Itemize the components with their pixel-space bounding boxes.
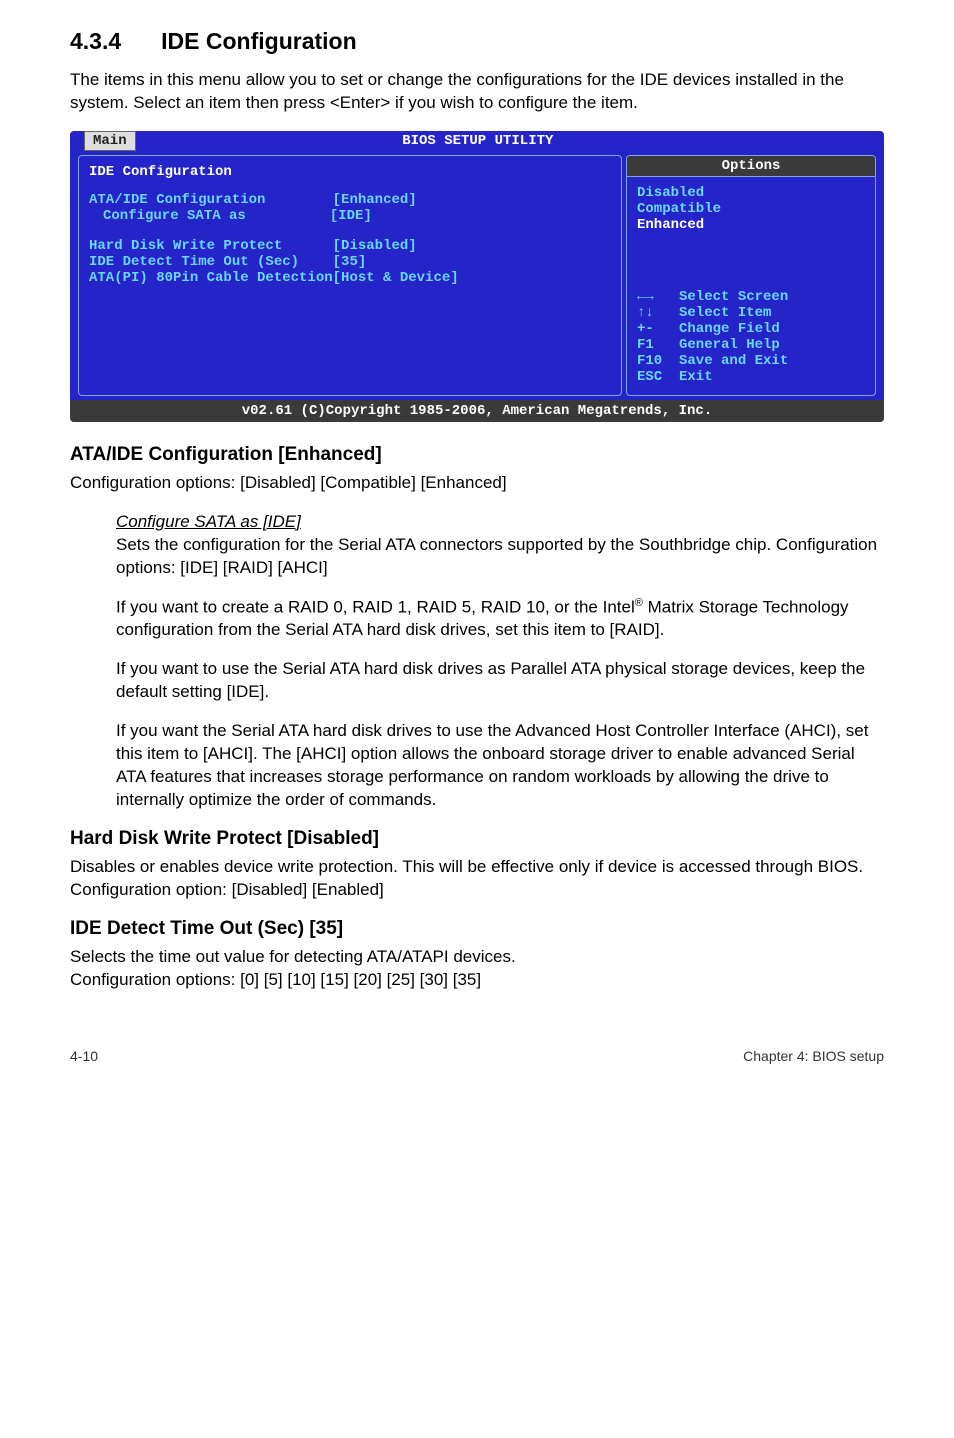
para-ide-detect-2: Configuration options: [0] [5] [10] [15]… [70,969,884,992]
page-number: 4-10 [70,1048,98,1064]
bios-row-hd-write-protect: Hard Disk Write Protect [Disabled] [89,238,611,254]
registered-mark: ® [635,597,643,609]
bios-screenshot: Main BIOS SETUP UTILITY IDE Configuratio… [70,131,884,422]
section-heading: 4.3.4 IDE Configuration [70,28,884,55]
indent-ahci: If you want the Serial ATA hard disk dri… [116,720,884,812]
chapter-title: Chapter 4: BIOS setup [743,1048,884,1064]
bios-nav-save-exit: F10 Save and Exit [637,353,865,369]
bios-row-configure-sata: Configure SATA as [IDE] [89,208,611,224]
bios-nav-help: ←→ Select Screen ↑↓ Select Item +- Chang… [627,281,875,395]
para-ide-detect-1: Selects the time out value for detecting… [70,946,884,969]
subheading-ata-ide: ATA/IDE Configuration [Enhanced] [70,444,884,466]
indent-raid: If you want to create a RAID 0, RAID 1, … [116,596,884,643]
bios-left-panel: IDE Configuration ATA/IDE Configuration … [78,155,622,396]
bios-config-title: IDE Configuration [89,164,611,180]
bios-nav-change-field: +- Change Field [637,321,865,337]
bios-nav-select-screen: ←→ Select Screen [637,289,865,305]
intro-paragraph: The items in this menu allow you to set … [70,69,884,115]
section-number: 4.3.4 [70,28,121,55]
para-configure-sata: Sets the configuration for the Serial AT… [116,534,884,580]
bios-nav-general-help: F1 General Help [637,337,865,353]
bios-row-ide-detect-timeout: IDE Detect Time Out (Sec) [35] [89,254,611,270]
subheading-ide-detect: IDE Detect Time Out (Sec) [35] [70,918,884,940]
para-hd-write-protect: Disables or enables device write protect… [70,856,884,902]
page-footer: 4-10 Chapter 4: BIOS setup [70,1042,884,1064]
bios-right-panel: Options Disabled Compatible Enhanced ←→ … [626,155,876,396]
bios-option-disabled: Disabled [637,185,865,201]
subheading-hd-write-protect: Hard Disk Write Protect [Disabled] [70,828,884,850]
link-configure-sata: Configure SATA as [IDE] [116,512,301,531]
bios-title: BIOS SETUP UTILITY [86,133,870,149]
bios-row-ata-ide: ATA/IDE Configuration [Enhanced] [89,192,611,208]
para-raid: If you want to create a RAID 0, RAID 1, … [116,596,884,643]
bios-header: Main BIOS SETUP UTILITY [70,131,884,151]
bios-footer: v02.61 (C)Copyright 1985-2006, American … [70,400,884,422]
bios-row-ata-pi-cable: ATA(PI) 80Pin Cable Detection[Host & Dev… [89,270,611,286]
indent-ide: If you want to use the Serial ATA hard d… [116,658,884,704]
section-title: IDE Configuration [161,28,356,54]
para-ata-ide-options: Configuration options: [Disabled] [Compa… [70,472,884,495]
bios-option-compatible: Compatible [637,201,865,217]
bios-nav-exit: ESC Exit [637,369,865,385]
para-ide: If you want to use the Serial ATA hard d… [116,658,884,704]
bios-options-list: Disabled Compatible Enhanced [627,177,875,241]
indent-configure-sata: Configure SATA as [IDE] Sets the configu… [116,511,884,580]
para-ahci: If you want the Serial ATA hard disk dri… [116,720,884,812]
bios-nav-select-item: ↑↓ Select Item [637,305,865,321]
bios-options-header: Options [627,156,875,177]
bios-option-enhanced: Enhanced [637,217,865,233]
